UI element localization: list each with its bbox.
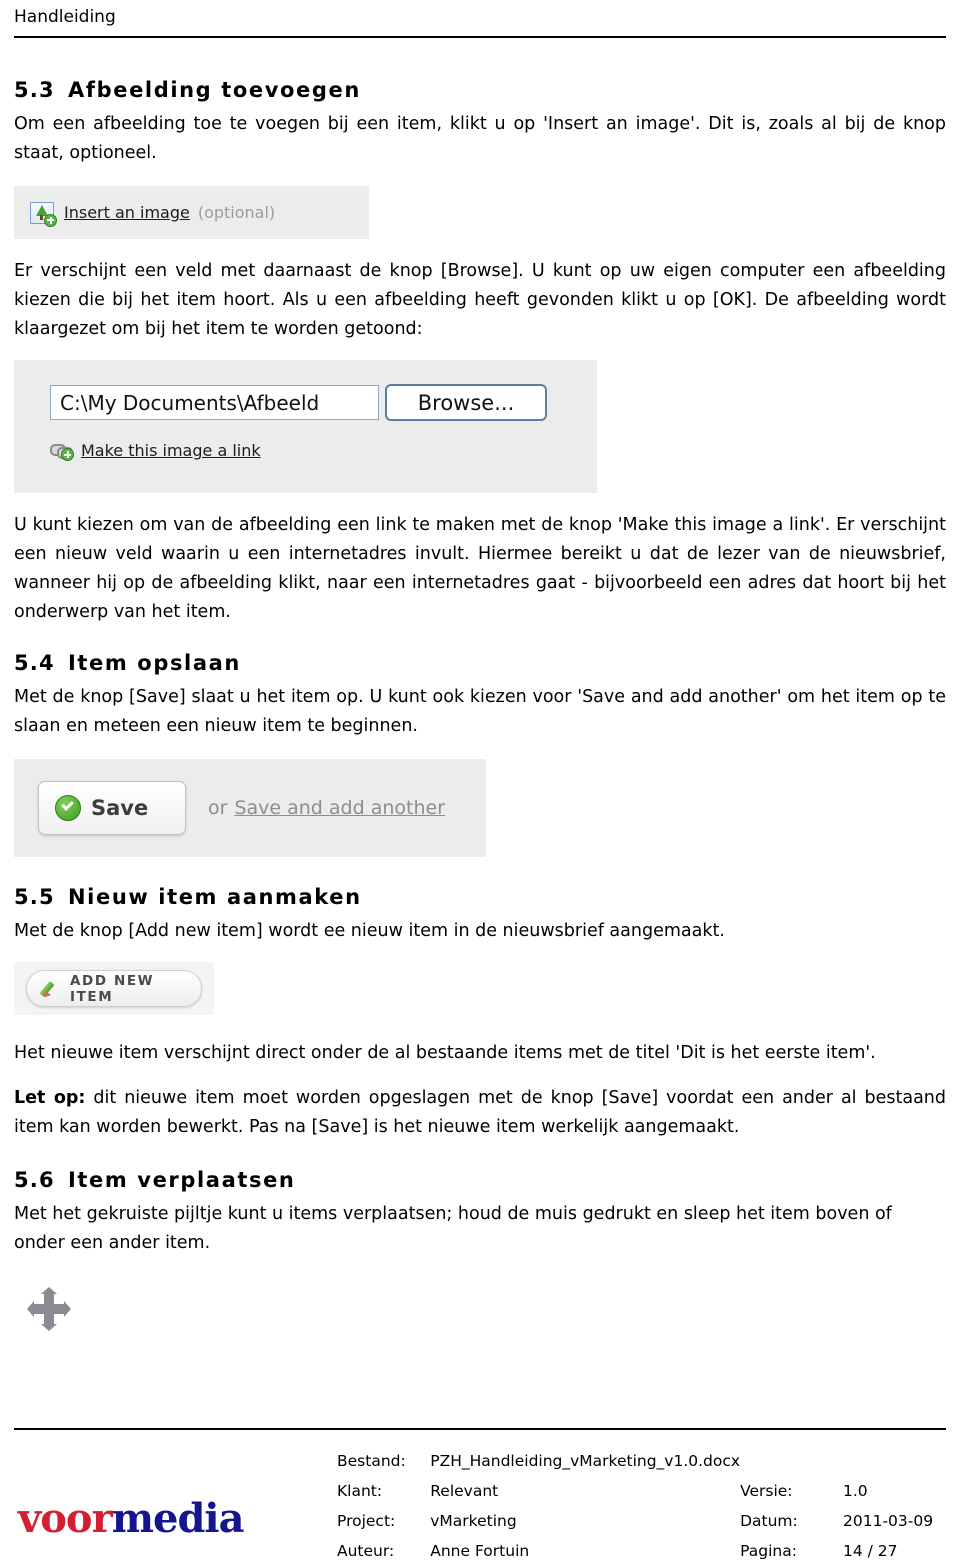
file-chooser-row: C:\My Documents\Afbeeld Browse... — [50, 384, 597, 421]
save-button[interactable]: Save — [38, 781, 186, 835]
add-new-item-button[interactable]: ADD NEW ITEM — [26, 970, 202, 1007]
section-title: Afbeelding toevoegen — [68, 78, 361, 102]
meta-key-2: Pagina: — [740, 1542, 797, 1560]
plus-badge-icon — [61, 448, 74, 461]
logo-part-media: media — [111, 1495, 245, 1542]
chain-link-icon — [50, 443, 74, 461]
section-title: Nieuw item aanmaken — [68, 885, 362, 909]
section-heading-5-3: 5.3 Afbeelding toevoegen — [14, 76, 946, 104]
insert-an-image-link[interactable]: Insert an image — [64, 203, 190, 222]
screenshot-save-bar: Save or Save and add another — [14, 759, 486, 857]
save-button-label: Save — [91, 796, 149, 820]
meta-key: Project: — [337, 1512, 396, 1530]
meta-value: Anne Fortuin — [430, 1542, 530, 1560]
section-heading-5-6: 5.6 Item verplaatsen — [14, 1166, 946, 1194]
note-text: dit nieuwe item moet worden opgeslagen m… — [14, 1088, 946, 1137]
document-page: Handleiding 5.3 Afbeelding toevoegen Om e… — [0, 0, 960, 1560]
section-number: 5.4 — [14, 651, 55, 675]
save-and-add-another-link[interactable]: Save and add another — [234, 797, 445, 819]
screenshot-browse-field: C:\My Documents\Afbeeld Browse... Make t… — [14, 360, 597, 493]
table-row: Project: vMarketing Datum: 2011-03-09 — [337, 1506, 960, 1536]
section-number: 5.3 — [14, 78, 55, 102]
page-footer: voormedia Bestand: PZH_Handleiding_vMark… — [0, 1440, 960, 1560]
meta-key-2: Versie: — [740, 1482, 793, 1500]
green-check-icon — [55, 795, 81, 821]
plus-badge-icon — [44, 213, 57, 227]
footer-divider — [14, 1428, 946, 1430]
meta-key: Auteur: — [337, 1542, 395, 1560]
meta-value: PZH_Handleiding_vMarketing_v1.0.docx — [430, 1452, 741, 1470]
voormedia-logo: voormedia — [18, 1495, 245, 1542]
meta-value-2: 2011-03-09 — [843, 1512, 934, 1530]
header-divider — [14, 36, 946, 38]
meta-key-2: Datum: — [740, 1512, 798, 1530]
paragraph-5-3-intro: Om een afbeelding toe te voegen bij een … — [14, 114, 946, 163]
optional-label: (optional) — [197, 203, 276, 222]
paragraph-after-add-shot: Het nieuwe item verschijnt direct onder … — [14, 1043, 876, 1063]
screenshot-move-cursor — [14, 1282, 74, 1342]
add-new-item-label: ADD NEW ITEM — [70, 972, 155, 1005]
document-body: 5.3 Afbeelding toevoegen Om een afbeeldin… — [14, 76, 946, 1342]
browse-button[interactable]: Browse... — [385, 384, 547, 421]
paragraph-5-6: Met het gekruiste pijltje kunt u items v… — [14, 1204, 892, 1253]
section-heading-5-4: 5.4 Item opslaan — [14, 649, 946, 677]
section-number: 5.5 — [14, 885, 55, 909]
meta-value: Relevant — [430, 1482, 499, 1500]
paragraph-note: Let op: dit nieuwe item moet worden opge… — [14, 1084, 946, 1142]
note-label: Let op: — [14, 1088, 86, 1108]
or-label: or — [208, 797, 228, 819]
meta-key-2 — [740, 1446, 843, 1476]
meta-value-2: 1.0 — [843, 1482, 868, 1500]
file-path-input[interactable]: C:\My Documents\Afbeeld — [50, 385, 379, 420]
meta-key: Klant: — [337, 1482, 383, 1500]
paragraph-5-4: Met de knop [Save] slaat u het item op. … — [14, 687, 946, 736]
meta-value: vMarketing — [430, 1512, 517, 1530]
screenshot-insert-an-image: Insert an image (optional) — [14, 186, 369, 239]
paragraph-after-insert-shot: Er verschijnt een veld met daarnaast de … — [14, 261, 946, 339]
logo-part-voor: voor — [18, 1495, 113, 1542]
pencil-icon — [41, 979, 61, 999]
running-header-title: Handleiding — [14, 7, 116, 27]
meta-value-2: 14 / 27 — [843, 1542, 898, 1560]
make-this-image-a-link[interactable]: Make this image a link — [81, 441, 261, 460]
footer-metadata: Bestand: PZH_Handleiding_vMarketing_v1.0… — [337, 1446, 960, 1566]
paragraph-5-5: Met de knop [Add new item] wordt ee nieu… — [14, 921, 725, 941]
meta-value-2 — [843, 1446, 960, 1476]
table-row: Bestand: PZH_Handleiding_vMarketing_v1.0… — [337, 1446, 960, 1476]
table-row: Auteur: Anne Fortuin Pagina: 14 / 27 — [337, 1536, 960, 1566]
section-number: 5.6 — [14, 1168, 55, 1192]
table-row: Klant: Relevant Versie: 1.0 — [337, 1476, 960, 1506]
insert-image-icon — [30, 201, 57, 227]
section-heading-5-5: 5.5 Nieuw item aanmaken — [14, 883, 946, 911]
paragraph-after-browse-shot: U kunt kiezen om van de afbeelding een l… — [14, 515, 946, 622]
section-title: Item opslaan — [68, 651, 241, 675]
make-image-link-row: Make this image a link — [50, 441, 597, 461]
move-cross-icon — [27, 1287, 71, 1331]
screenshot-add-new-item: ADD NEW ITEM — [14, 962, 214, 1015]
meta-key: Bestand: — [337, 1452, 406, 1470]
section-title: Item verplaatsen — [68, 1168, 296, 1192]
